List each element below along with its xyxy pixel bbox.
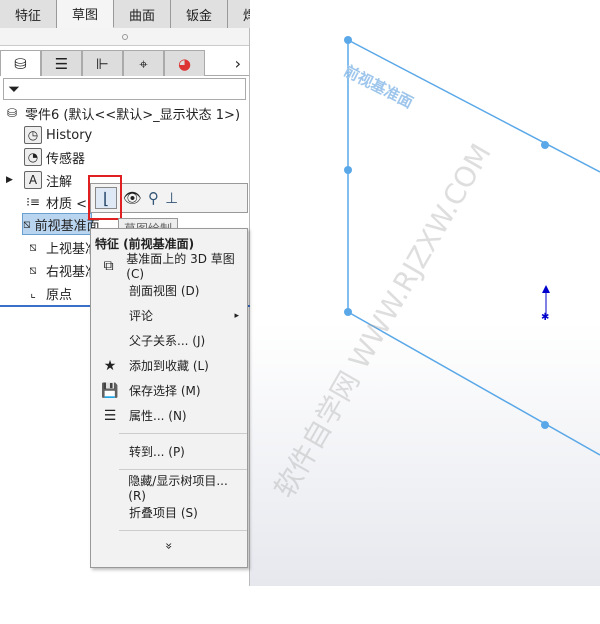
filter-icon[interactable]: ⏷ — [3, 78, 246, 100]
tab-features[interactable]: 特征 — [0, 0, 57, 28]
menu-item-parent-child[interactable]: 父子关系... (J) — [91, 328, 247, 353]
menu-item-add-favorite[interactable]: ★ 添加到收藏 (L) — [91, 353, 247, 378]
expand-arrow-icon[interactable]: ▶ — [6, 175, 24, 185]
highlight-box — [88, 175, 122, 220]
tree-item-sensors[interactable]: ◔ 传感器 — [24, 146, 85, 168]
tree-item-origin[interactable]: ⌞ 原点 — [24, 282, 72, 304]
normal-to-icon[interactable]: ⊥ — [165, 189, 178, 207]
save-icon: 💾 — [101, 382, 119, 399]
3d-sketch-icon: ⧉ — [103, 257, 114, 274]
menu-item-properties[interactable]: ☰ 属性... (N) — [91, 403, 247, 428]
material-icon: ⁝≡ — [26, 195, 40, 209]
chevron-right-icon[interactable]: › — [227, 50, 249, 75]
tree-item-front-plane[interactable]: ⧅ 前视基准面 — [22, 213, 100, 235]
eye-icon[interactable]: 👁 — [123, 189, 142, 207]
tab-sketch[interactable]: 草图 — [57, 0, 114, 28]
zoom-to-selection-icon[interactable]: ⚲ — [148, 189, 159, 207]
property-manager-icon[interactable]: ☰ — [41, 50, 82, 76]
menu-separator — [119, 469, 247, 470]
menu-item-comment[interactable]: 评论 ▸ — [91, 303, 247, 328]
feature-manager-icon[interactable]: ⛁ — [0, 50, 41, 76]
annotation-folder-icon: A — [24, 171, 42, 189]
menu-separator — [119, 530, 247, 531]
menu-separator — [119, 433, 247, 434]
tree-item-history[interactable]: ◷ History — [24, 124, 92, 146]
menu-item-3d-sketch[interactable]: ⧉ 基准面上的 3D 草图 (C) — [91, 252, 247, 281]
sensor-folder-icon: ◔ — [24, 148, 42, 166]
properties-icon: ☰ — [103, 407, 117, 424]
menu-item-save-selection[interactable]: 💾 保存选择 (M) — [91, 378, 247, 403]
svg-text:✱: ✱ — [541, 312, 549, 323]
menu-item-section-view[interactable]: 剖面视图 (D) — [91, 278, 247, 303]
plane-icon: ⧅ — [29, 262, 37, 277]
graphics-viewport[interactable]: ✱ 前视基准面 — [250, 0, 600, 586]
menu-item-goto[interactable]: 转到... (P) — [91, 439, 247, 464]
submenu-arrow-icon: ▸ — [234, 310, 239, 321]
context-menu: 特征 (前视基准面) ⧉ 基准面上的 3D 草图 (C) 剖面视图 (D) 评论 ▸… — [90, 228, 248, 568]
display-manager-icon[interactable]: ◕ — [164, 50, 205, 76]
expand-menu-icon[interactable]: » — [159, 468, 179, 624]
front-plane-preview: ✱ — [344, 36, 600, 456]
tree-item-top-plane[interactable]: ⧅ 上视基准 — [24, 236, 98, 258]
tree-item-right-plane[interactable]: ⧅ 右视基准 — [24, 259, 98, 281]
part-icon: ⛁ — [6, 106, 18, 120]
origin-icon: ✱ — [541, 285, 550, 323]
tree-item-annotations[interactable]: ▶ A 注解 — [6, 169, 72, 191]
tree-root-part[interactable]: ⛁ 零件6 (默认<<默认>_显示状态 1>) — [3, 102, 240, 124]
history-folder-icon: ◷ — [24, 126, 42, 144]
plane-icon: ⧅ — [29, 239, 37, 254]
origin-icon: ⌞ — [30, 286, 36, 300]
panel-grip[interactable] — [0, 28, 249, 46]
favorite-folder-icon: ★ — [103, 357, 117, 374]
plane-icon: ⧅ — [23, 216, 31, 231]
tab-sheet-metal[interactable]: 钣金 — [171, 0, 228, 28]
tree-item-material[interactable]: ⁝≡ 材质 < — [24, 191, 87, 213]
tab-surfaces[interactable]: 曲面 — [114, 0, 171, 28]
configuration-manager-icon[interactable]: ⊩ — [82, 50, 123, 76]
dimxpert-icon[interactable]: ⌖ — [123, 50, 164, 76]
